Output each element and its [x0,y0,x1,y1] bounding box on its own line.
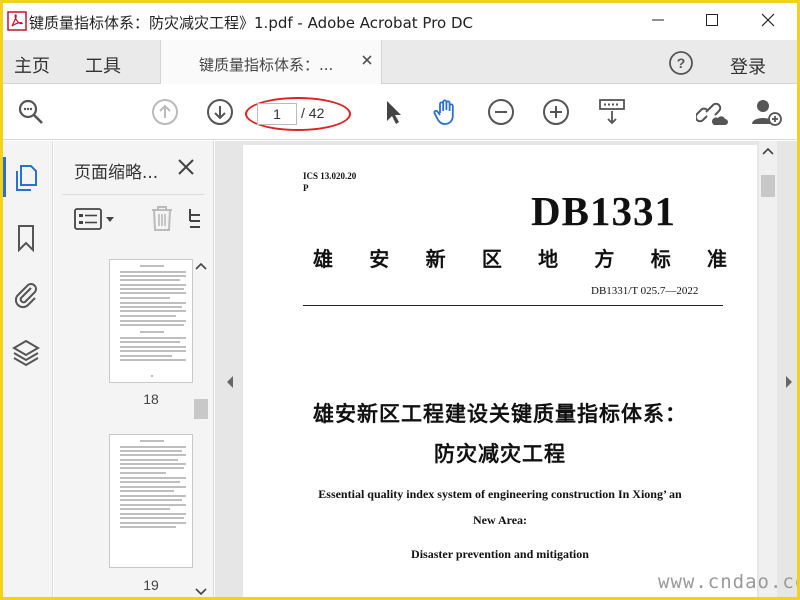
acrobat-window: 键质量指标体系：防灾减灾工程》1.pdf - Adobe Acrobat Pro… [0,0,800,600]
active-indicator [3,157,6,197]
standard-number: DB1331/T 025.7—2022 [591,285,699,297]
heading-char: 新 [425,247,446,271]
thumbnail-text-lines [120,440,186,528]
maximize-button[interactable] [689,3,735,37]
document-scrollbar[interactable] [759,141,777,597]
trash-icon[interactable] [149,204,175,232]
thumbnail-scrollbar-thumb[interactable] [194,399,208,419]
tools-tab[interactable]: 工具 [85,52,121,78]
share-link-button[interactable] [696,96,728,128]
heading-char: 方 [594,247,615,271]
collapse-left-pane-icon[interactable] [224,374,236,390]
menu-tab-bar: 主页 工具 键质量指标体系：... ? 登录 [3,40,797,84]
english-title-line-2: New Area: [472,513,528,527]
thumbnail-scrollbar[interactable] [192,259,210,599]
arrow-down-circle-icon [207,99,233,125]
zoom-in-button[interactable] [540,96,572,128]
help-icon[interactable]: ? [668,50,694,76]
heading-char: 雄 [313,247,333,271]
heading-char: 地 [538,247,559,271]
hand-icon [433,99,454,125]
home-tab[interactable]: 主页 [14,52,50,78]
heading-rule [303,305,723,306]
minimize-icon [652,19,664,21]
document-title-line-2: 防灾减灾工程 [434,442,566,466]
zoom-search-button[interactable] [15,96,47,128]
hand-tool-button[interactable] [430,96,462,128]
heading-char: 区 [481,247,502,271]
more-tools-icon[interactable] [188,207,202,233]
english-title-line-1: Essential quality index system of engine… [318,487,682,501]
minimize-button[interactable] [635,3,681,37]
arrow-up-circle-icon [152,99,178,125]
attachment-icon[interactable] [11,279,41,309]
heading-char: 安 [369,247,390,271]
page-number-input[interactable]: 1 [257,103,297,125]
panel-divider [62,194,204,195]
english-title-line-3: Disaster prevention and mitigation [411,547,589,561]
thumbnail-options-icon[interactable] [74,207,116,231]
document-title-line-1: 雄安新区工程建设关键质量指标体系： [313,402,687,426]
plus-circle-icon [543,99,569,125]
standard-code: DB1331 [531,188,676,234]
acrobat-app-icon [7,11,27,31]
document-tab[interactable]: 键质量指标体系：... [160,40,382,84]
maximize-icon [706,14,718,26]
window-title: 键质量指标体系：防灾减灾工程》1.pdf - Adobe Acrobat Pro… [29,14,474,32]
thumbnail-page-number: 19 [143,577,159,593]
add-person-icon [752,100,782,126]
thumbnail-page-number: 18 [143,391,159,407]
bookmark-icon[interactable] [11,223,41,253]
heading-char: 准 [706,247,727,271]
keyboard-scroll-icon [599,99,625,125]
scroll-up-icon[interactable] [759,141,777,161]
document-tab-label: 键质量指标体系：... [199,56,334,74]
page-thumbnails-icon[interactable] [11,163,41,193]
title-bar: 键质量指标体系：防灾减灾工程》1.pdf - Adobe Acrobat Pro… [3,3,797,40]
page-total-label: / 42 [301,105,325,121]
page-thumbnail-19[interactable] [109,434,193,568]
login-button[interactable]: 登录 [730,53,766,79]
previous-page-button[interactable] [149,96,181,128]
scroll-mode-button[interactable] [596,96,628,128]
layers-icon[interactable] [11,337,41,367]
page-navigator: 1 / 42 [257,103,339,125]
pdf-page: ICS 13.020.20 P DB1331 雄 安 新 区 地 方 标 准 D… [243,145,757,597]
ics-code: ICS 13.020.20 [303,171,357,181]
ics-category: P [303,183,309,193]
main-toolbar: 1 / 42 [3,85,797,140]
panel-title: 页面缩略... [74,163,159,183]
close-window-button[interactable] [745,3,791,37]
expand-right-pane-icon[interactable] [783,374,795,390]
link-cloud-icon [696,102,728,125]
select-tool-button[interactable] [377,96,409,128]
thumbnails-panel: 页面缩略... 18 19 [54,141,214,599]
left-navigation-rail [3,141,53,597]
page-thumbnail-18[interactable] [109,259,193,383]
next-page-button[interactable] [204,96,236,128]
close-icon [761,13,775,27]
magnifier-icon [18,99,43,124]
cursor-arrow-icon [387,101,401,124]
watermark: www.cndao.com [658,571,797,593]
zoom-out-button[interactable] [485,96,517,128]
thumbnail-text-lines [120,265,186,377]
close-panel-icon[interactable] [177,158,195,176]
minus-circle-icon [488,99,514,125]
document-scrollbar-thumb[interactable] [761,175,775,197]
heading-char: 标 [650,247,671,271]
svg-text:?: ? [677,55,686,71]
close-tab-icon[interactable] [359,52,375,68]
add-user-button[interactable] [751,96,783,128]
local-standard-heading: 雄 安 新 区 地 方 标 准 [313,243,727,272]
